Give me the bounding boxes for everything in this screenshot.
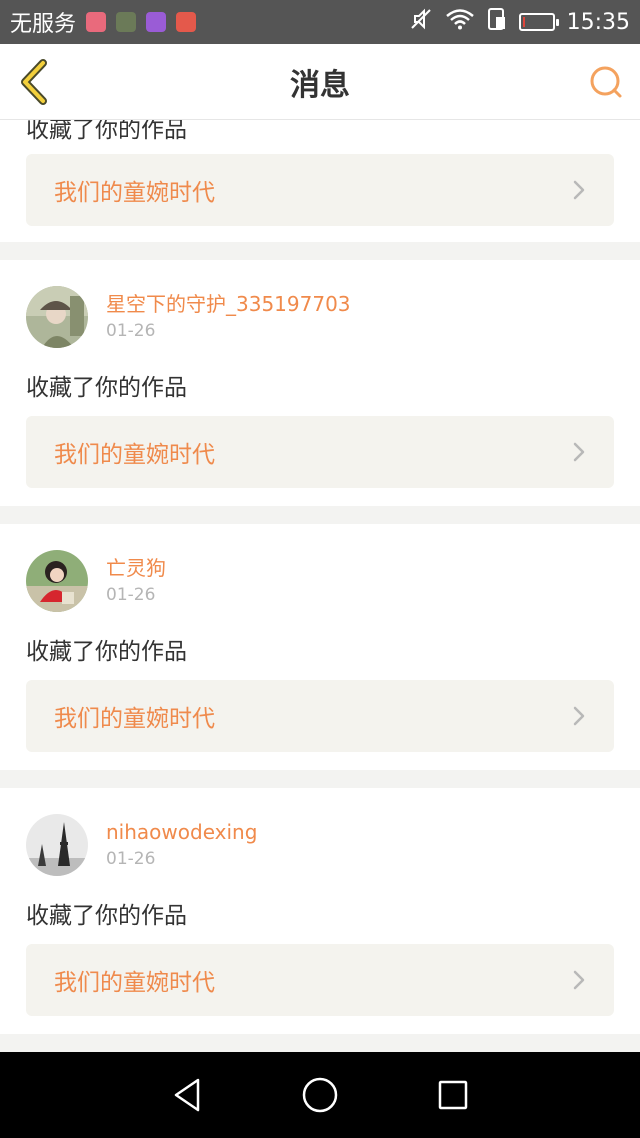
work-title: 我们的童婉时代 (54, 970, 215, 996)
recents-square-icon (439, 1080, 468, 1110)
username[interactable]: 星空下的守护_335197703 (106, 290, 351, 318)
username[interactable]: nihaowodexing (106, 818, 257, 846)
search-button[interactable] (586, 62, 626, 102)
notification-card: nihaowodexing 01-26 收藏了你的作品 我们的童婉时代 (0, 788, 640, 1034)
notification-app-icon (176, 12, 197, 32)
notification-card: 收藏了你的作品 我们的童婉时代 (0, 120, 640, 242)
back-button[interactable] (14, 58, 54, 106)
chevron-right-icon (572, 179, 586, 201)
status-right: 15:35 (409, 7, 630, 37)
screen: 无服务 15:35 消息 收藏了你的作品 我们的童婉时代 星空下的守护_3351… (0, 0, 640, 1138)
chevron-right-icon (572, 705, 586, 727)
user-row[interactable]: nihaowodexing 01-26 (26, 814, 257, 876)
work-link[interactable]: 我们的童婉时代 (26, 944, 614, 1016)
action-text: 收藏了你的作品 (26, 639, 187, 665)
timestamp: 01-26 (106, 321, 156, 341)
sim-icon (487, 7, 507, 37)
notification-app-icon (86, 12, 107, 32)
user-meta: 星空下的守护_335197703 01-26 (106, 290, 351, 344)
username[interactable]: 亡灵狗 (106, 554, 166, 582)
notification-app-icon (146, 12, 167, 32)
wifi-icon (445, 8, 475, 36)
work-link[interactable]: 我们的童婉时代 (26, 154, 614, 226)
message-list-viewport[interactable]: 收藏了你的作品 我们的童婉时代 星空下的守护_335197703 01-26 收… (0, 120, 640, 1052)
work-title: 我们的童婉时代 (54, 180, 215, 206)
chevron-right-icon (572, 969, 586, 991)
work-title: 我们的童婉时代 (54, 442, 215, 468)
back-triangle-icon (174, 1078, 199, 1112)
home-circle-icon (302, 1077, 338, 1113)
header-bar: 消息 (0, 44, 640, 120)
battery-level-fill (522, 17, 525, 27)
clock-time: 15:35 (566, 9, 630, 35)
status-left: 无服务 (10, 6, 197, 38)
message-list: 收藏了你的作品 我们的童婉时代 星空下的守护_335197703 01-26 收… (0, 120, 640, 1052)
notification-card: 星空下的守护_335197703 01-26 收藏了你的作品 我们的童婉时代 (0, 260, 640, 506)
user-row[interactable]: 亡灵狗 01-26 (26, 550, 166, 612)
mute-icon (409, 7, 433, 37)
avatar[interactable] (26, 814, 88, 876)
carrier-text: 无服务 (10, 12, 77, 37)
page-title: 消息 (290, 67, 350, 103)
user-meta: nihaowodexing 01-26 (106, 818, 257, 872)
system-nav-bar (0, 1052, 640, 1138)
avatar[interactable] (26, 550, 88, 612)
notification-card: 亡灵狗 01-26 收藏了你的作品 我们的童婉时代 (0, 524, 640, 770)
work-title: 我们的童婉时代 (54, 706, 215, 732)
battery-icon (518, 13, 559, 31)
chevron-left-icon (21, 59, 47, 105)
search-icon (590, 66, 622, 98)
user-meta: 亡灵狗 01-26 (106, 554, 166, 608)
status-bar: 无服务 15:35 (0, 0, 640, 44)
timestamp: 01-26 (106, 585, 156, 605)
work-link[interactable]: 我们的童婉时代 (26, 680, 614, 752)
timestamp: 01-26 (106, 849, 156, 869)
nav-home-button[interactable] (298, 1073, 342, 1117)
action-text: 收藏了你的作品 (26, 120, 187, 143)
action-text: 收藏了你的作品 (26, 903, 187, 929)
work-link[interactable]: 我们的童婉时代 (26, 416, 614, 488)
notification-app-icon (116, 12, 137, 32)
nav-back-button[interactable] (165, 1073, 209, 1117)
user-row[interactable]: 星空下的守护_335197703 01-26 (26, 286, 351, 348)
avatar[interactable] (26, 286, 88, 348)
nav-recents-button[interactable] (431, 1073, 475, 1117)
chevron-right-icon (572, 441, 586, 463)
action-text: 收藏了你的作品 (26, 375, 187, 401)
